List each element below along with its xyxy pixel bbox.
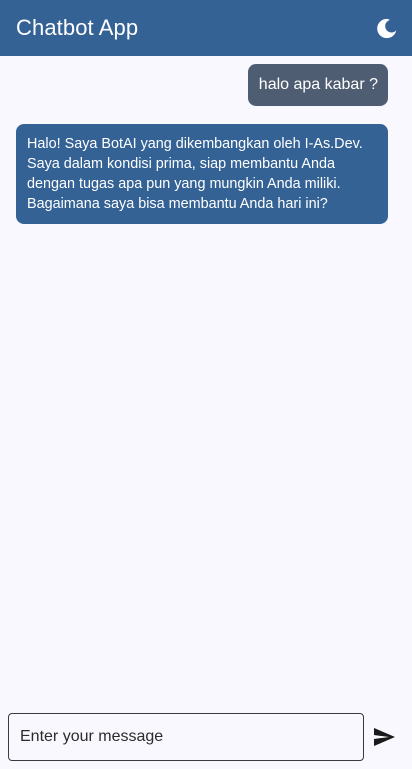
send-button[interactable] <box>364 713 404 761</box>
app-bar: Chatbot App <box>0 0 412 56</box>
app-title: Chatbot App <box>16 15 139 40</box>
chat-app: Chatbot App halo apa kabar ? Halo! Saya … <box>0 0 412 769</box>
theme-toggle-button[interactable] <box>370 12 402 44</box>
user-message: halo apa kabar ? <box>247 64 388 106</box>
bot-message: Halo! Saya BotAI yang dikembangkan oleh … <box>16 124 388 224</box>
message-composer <box>8 713 404 761</box>
moon-icon <box>377 18 397 39</box>
message-list[interactable]: halo apa kabar ? Halo! Saya BotAI yang d… <box>0 56 412 706</box>
send-icon <box>374 728 395 746</box>
message-input[interactable] <box>8 713 364 761</box>
